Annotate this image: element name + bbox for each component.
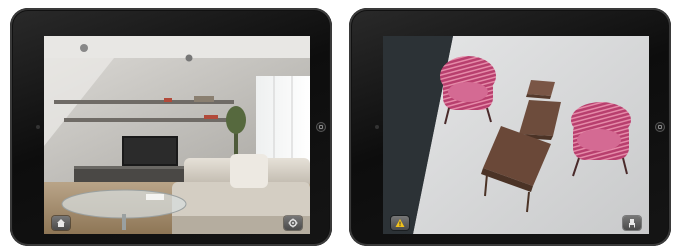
settings-gear-icon [288, 218, 298, 228]
home-icon [57, 219, 65, 227]
tablet-right-screen [383, 36, 649, 234]
tablet-left-screen [44, 36, 310, 234]
tablet-home-button[interactable] [655, 122, 665, 132]
chair-icon [629, 219, 635, 228]
home-button[interactable] [52, 216, 70, 230]
camera-lens [375, 125, 379, 129]
tablet-left [10, 8, 332, 246]
settings-button[interactable] [284, 216, 302, 230]
camera-lens [36, 125, 40, 129]
furniture-button[interactable] [623, 216, 641, 230]
screenshot-stage [0, 0, 680, 249]
tablet-right [349, 8, 671, 246]
living-room-scene [44, 36, 310, 234]
ar-furniture-scene [383, 36, 649, 234]
warning-button[interactable] [391, 216, 409, 230]
warning-icon [395, 219, 405, 227]
tablet-home-button[interactable] [316, 122, 326, 132]
